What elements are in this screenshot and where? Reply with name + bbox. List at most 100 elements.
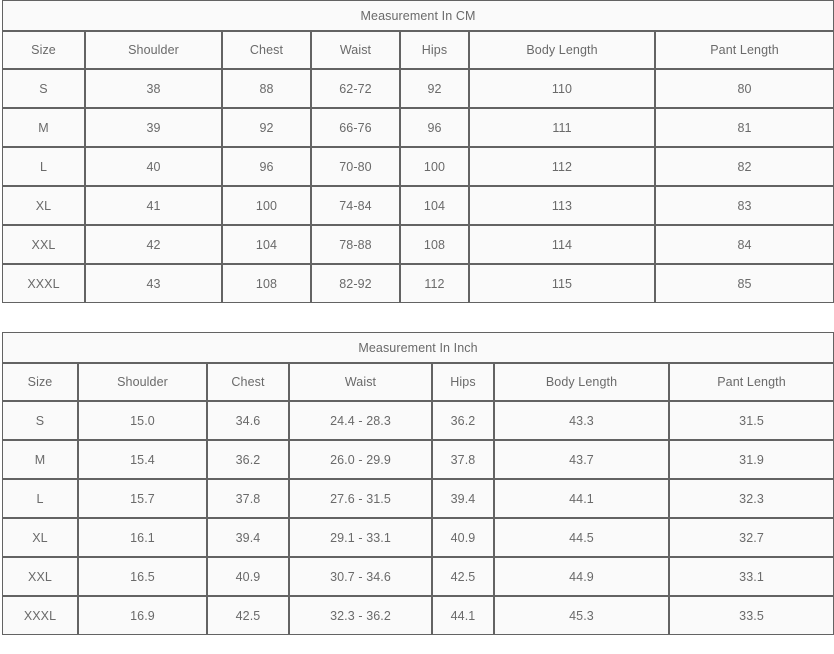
inch-size-table: Measurement In Inch Size Shoulder Chest Wais… bbox=[2, 332, 834, 635]
measurement-cell: 32.3 - 36.2 bbox=[289, 596, 432, 635]
measurement-cell: 26.0 - 29.9 bbox=[289, 440, 432, 479]
measurement-cell: 110 bbox=[469, 69, 655, 108]
measurement-cell: 30.7 - 34.6 bbox=[289, 557, 432, 596]
size-label-cell: L bbox=[2, 147, 85, 186]
column-header: Size bbox=[2, 31, 85, 69]
measurement-cell: 39.4 bbox=[432, 479, 494, 518]
measurement-cell: 81 bbox=[655, 108, 834, 147]
measurement-cell: 82 bbox=[655, 147, 834, 186]
measurement-cell: 16.1 bbox=[78, 518, 207, 557]
size-label-cell: XXXL bbox=[2, 264, 85, 303]
measurement-cell: 32.7 bbox=[669, 518, 834, 557]
measurement-cell: 27.6 - 31.5 bbox=[289, 479, 432, 518]
table-row: L 40 96 70-80 100 112 82 bbox=[2, 147, 834, 186]
measurement-cell: 43 bbox=[85, 264, 222, 303]
table-row: M 15.4 36.2 26.0 - 29.9 37.8 43.7 31.9 bbox=[2, 440, 834, 479]
column-header: Chest bbox=[207, 363, 289, 401]
column-header: Hips bbox=[400, 31, 469, 69]
measurement-cell: 32.3 bbox=[669, 479, 834, 518]
column-header: Shoulder bbox=[78, 363, 207, 401]
measurement-cell: 85 bbox=[655, 264, 834, 303]
measurement-cell: 84 bbox=[655, 225, 834, 264]
measurement-cell: 40 bbox=[85, 147, 222, 186]
size-label-cell: XXL bbox=[2, 557, 78, 596]
measurement-cell: 108 bbox=[400, 225, 469, 264]
measurement-cell: 44.1 bbox=[432, 596, 494, 635]
measurement-cell: 44.5 bbox=[494, 518, 669, 557]
cm-measurement-block: Measurement In CM Size Shoulder Chest Waist H… bbox=[2, 0, 834, 303]
measurement-cell: 33.5 bbox=[669, 596, 834, 635]
measurement-cell: 111 bbox=[469, 108, 655, 147]
table-row: S 15.0 34.6 24.4 - 28.3 36.2 43.3 31.5 bbox=[2, 401, 834, 440]
size-label-cell: M bbox=[2, 108, 85, 147]
measurement-cell: 74-84 bbox=[311, 186, 400, 225]
measurement-cell: 41 bbox=[85, 186, 222, 225]
table-row: L 15.7 37.8 27.6 - 31.5 39.4 44.1 32.3 bbox=[2, 479, 834, 518]
measurement-cell: 16.9 bbox=[78, 596, 207, 635]
measurement-cell: 92 bbox=[222, 108, 311, 147]
measurement-cell: 39 bbox=[85, 108, 222, 147]
measurement-cell: 104 bbox=[400, 186, 469, 225]
table-row: XXL 42 104 78-88 108 114 84 bbox=[2, 225, 834, 264]
size-label-cell: XXL bbox=[2, 225, 85, 264]
measurement-cell: 15.7 bbox=[78, 479, 207, 518]
table-title-row: Measurement In Inch bbox=[2, 332, 834, 363]
table-row: XL 16.1 39.4 29.1 - 33.1 40.9 44.5 32.7 bbox=[2, 518, 834, 557]
size-label-cell: S bbox=[2, 69, 85, 108]
table-row: S 38 88 62-72 92 110 80 bbox=[2, 69, 834, 108]
measurement-cell: 66-76 bbox=[311, 108, 400, 147]
column-header: Shoulder bbox=[85, 31, 222, 69]
column-header: Body Length bbox=[469, 31, 655, 69]
size-label-cell: M bbox=[2, 440, 78, 479]
measurement-cell: 112 bbox=[400, 264, 469, 303]
measurement-cell: 80 bbox=[655, 69, 834, 108]
measurement-cell: 38 bbox=[85, 69, 222, 108]
size-label-cell: XL bbox=[2, 518, 78, 557]
measurement-cell: 115 bbox=[469, 264, 655, 303]
measurement-cell: 31.9 bbox=[669, 440, 834, 479]
table-title-row: Measurement In CM bbox=[2, 0, 834, 31]
measurement-cell: 42.5 bbox=[432, 557, 494, 596]
column-header: Hips bbox=[432, 363, 494, 401]
measurement-cell: 37.8 bbox=[432, 440, 494, 479]
measurement-cell: 100 bbox=[222, 186, 311, 225]
column-header: Pant Length bbox=[669, 363, 834, 401]
measurement-cell: 33.1 bbox=[669, 557, 834, 596]
measurement-cell: 44.1 bbox=[494, 479, 669, 518]
measurement-cell: 24.4 - 28.3 bbox=[289, 401, 432, 440]
measurement-cell: 40.9 bbox=[207, 557, 289, 596]
table-header-row: Size Shoulder Chest Waist Hips Body Length Pan… bbox=[2, 31, 834, 69]
measurement-cell: 15.4 bbox=[78, 440, 207, 479]
table-row: XL 41 100 74-84 104 113 83 bbox=[2, 186, 834, 225]
column-header: Waist bbox=[311, 31, 400, 69]
measurement-cell: 44.9 bbox=[494, 557, 669, 596]
measurement-cell: 83 bbox=[655, 186, 834, 225]
measurement-cell: 62-72 bbox=[311, 69, 400, 108]
measurement-cell: 114 bbox=[469, 225, 655, 264]
measurement-cell: 104 bbox=[222, 225, 311, 264]
measurement-cell: 15.0 bbox=[78, 401, 207, 440]
measurement-cell: 42.5 bbox=[207, 596, 289, 635]
measurement-cell: 42 bbox=[85, 225, 222, 264]
column-header: Pant Length bbox=[655, 31, 834, 69]
measurement-cell: 43.7 bbox=[494, 440, 669, 479]
table-title: Measurement In CM bbox=[2, 0, 834, 31]
size-label-cell: L bbox=[2, 479, 78, 518]
measurement-cell: 108 bbox=[222, 264, 311, 303]
table-row: M 39 92 66-76 96 111 81 bbox=[2, 108, 834, 147]
measurement-cell: 88 bbox=[222, 69, 311, 108]
measurement-cell: 37.8 bbox=[207, 479, 289, 518]
size-label-cell: XL bbox=[2, 186, 85, 225]
measurement-cell: 31.5 bbox=[669, 401, 834, 440]
measurement-cell: 34.6 bbox=[207, 401, 289, 440]
table-title: Measurement In Inch bbox=[2, 332, 834, 363]
cm-size-table: Measurement In CM Size Shoulder Chest Waist H… bbox=[2, 0, 834, 303]
table-row: XXXL 16.9 42.5 32.3 - 36.2 44.1 45.3 33.5 bbox=[2, 596, 834, 635]
table-row: XXXL 43 108 82-92 112 115 85 bbox=[2, 264, 834, 303]
measurement-cell: 96 bbox=[222, 147, 311, 186]
measurement-cell: 45.3 bbox=[494, 596, 669, 635]
cm-table-body: Measurement In CM Size Shoulder Chest Waist H… bbox=[2, 0, 834, 303]
size-chart-page: Measurement In CM Size Shoulder Chest Waist H… bbox=[0, 0, 834, 654]
measurement-cell: 16.5 bbox=[78, 557, 207, 596]
measurement-cell: 43.3 bbox=[494, 401, 669, 440]
